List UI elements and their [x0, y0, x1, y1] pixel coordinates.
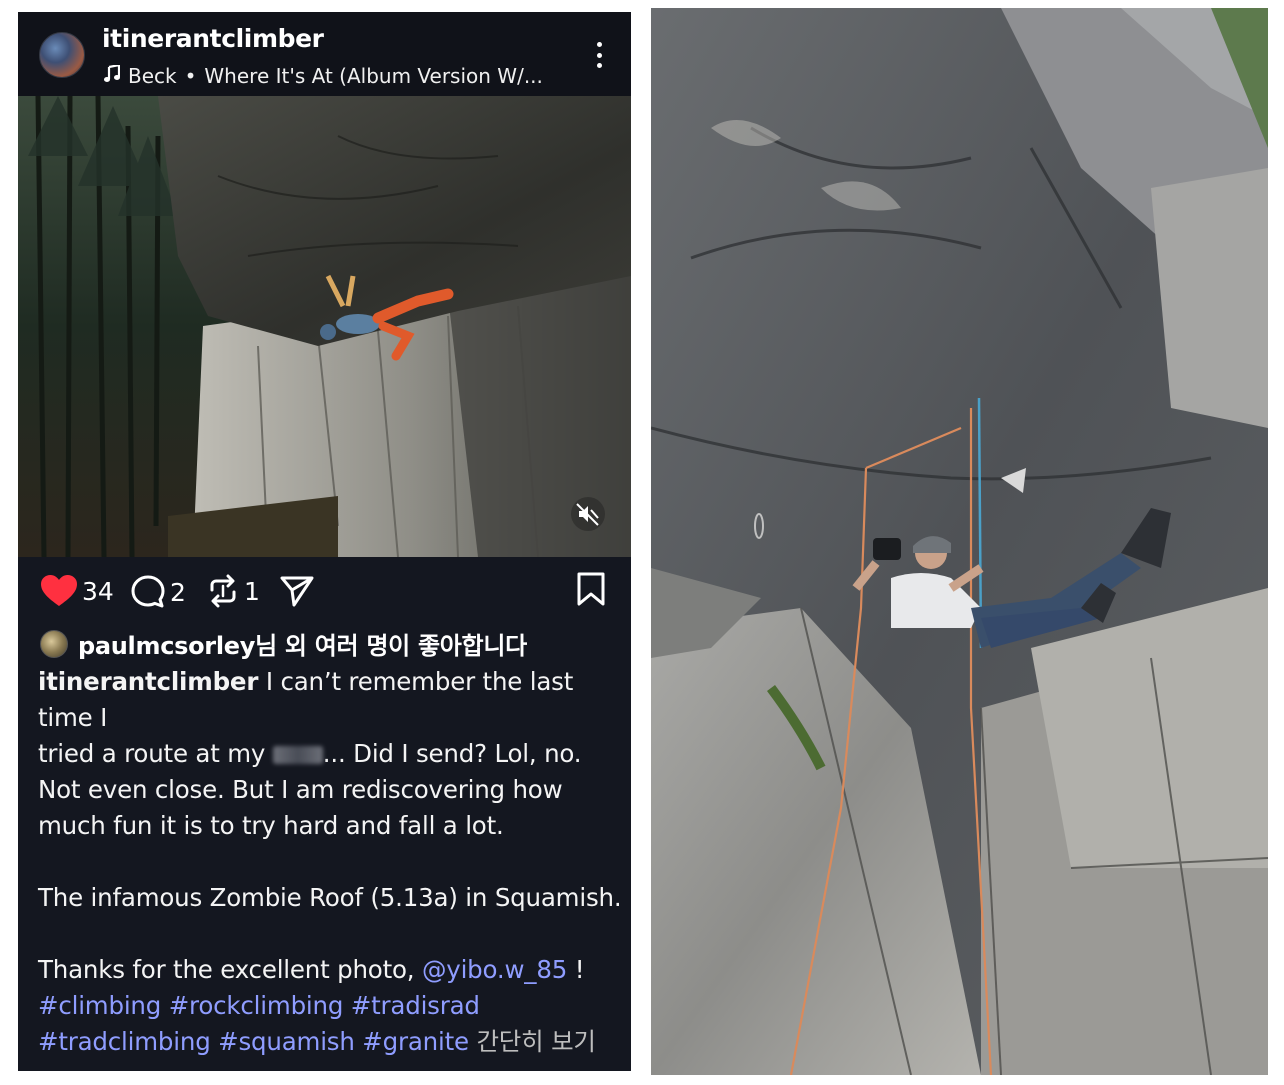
likes-count: 34 [82, 576, 114, 606]
music-track: Where It's At (Album Version W/... [204, 64, 543, 88]
caption-line-5: The infamous Zombie Roof (5.13a) in Squa… [38, 883, 622, 912]
collage: itinerantclimber Beck • Where It's At (A… [0, 0, 1284, 1085]
post-caption: itinerantclimber I can’t remember the la… [38, 664, 623, 988]
photographer-hanging-photo [651, 8, 1268, 1075]
reposts-count: 1 [244, 576, 260, 606]
caption-author[interactable]: itinerantclimber [38, 667, 258, 696]
post-actions: 34 2 1 [18, 560, 631, 622]
post-header: itinerantclimber Beck • Where It's At (A… [18, 12, 631, 96]
music-note-icon [104, 63, 121, 88]
post-photo[interactable] [18, 96, 631, 557]
comment-icon [131, 575, 165, 608]
liked-by-suffix: 님 외 여러 명이 좋아합니다 [255, 632, 527, 660]
censored-text [272, 746, 323, 764]
comments-count: 2 [170, 577, 186, 607]
caption-line-4: much fun it is to try hard and fall a lo… [38, 811, 504, 840]
liker-avatar [40, 629, 68, 658]
mention-link[interactable]: @yibo.w_85 [422, 955, 567, 984]
music-info[interactable]: Beck • Where It's At (Album Version W/..… [104, 63, 543, 88]
more-options-button[interactable] [586, 38, 612, 72]
hashtags-line-2[interactable]: #tradclimbing #squamish #granite [38, 1027, 469, 1056]
like-button[interactable]: 34 [40, 574, 114, 608]
bookmark-icon [577, 572, 605, 606]
caption-line-6b: ! [567, 955, 585, 984]
mute-icon[interactable] [570, 496, 606, 532]
dot-icon [596, 63, 602, 68]
comment-button[interactable]: 2 [130, 574, 186, 610]
heart-icon [41, 575, 77, 606]
avatar[interactable] [39, 32, 85, 78]
hashtags-line-1[interactable]: #climbing #rockclimbing #tradisrad [38, 988, 623, 1024]
dot-icon [596, 42, 602, 47]
instagram-post: itinerantclimber Beck • Where It's At (A… [18, 12, 631, 1071]
post-username[interactable]: itinerantclimber [102, 24, 324, 53]
caption-line-2b: ... Did I send? Lol, no. [322, 739, 582, 768]
caption-line-6a: Thanks for the excellent photo, [38, 955, 415, 984]
bookmark-button[interactable] [576, 572, 606, 610]
repost-button[interactable]: 1 [206, 574, 260, 608]
caption-line-2a: tried a route at my [38, 739, 266, 768]
repost-icon [210, 574, 236, 608]
see-less-link[interactable]: 간단히 보기 [476, 1027, 595, 1056]
share-button[interactable] [280, 574, 314, 608]
hashtags: #climbing #rockclimbing #tradisrad #trad… [38, 988, 623, 1060]
caption-line-3: Not even close. But I am rediscovering h… [38, 775, 563, 804]
dot-icon [596, 52, 602, 58]
music-separator: • [184, 64, 197, 88]
liked-by-text: paulmcsorley님 외 여러 명이 좋아합니다 [78, 626, 527, 661]
music-artist: Beck [128, 64, 177, 88]
liker-username[interactable]: paulmcsorley [78, 632, 255, 660]
liked-by[interactable]: paulmcsorley님 외 여러 명이 좋아합니다 [40, 626, 527, 661]
photographer-photo [651, 8, 1268, 1075]
climbing-roof-photo [18, 96, 631, 557]
send-icon [280, 576, 314, 607]
